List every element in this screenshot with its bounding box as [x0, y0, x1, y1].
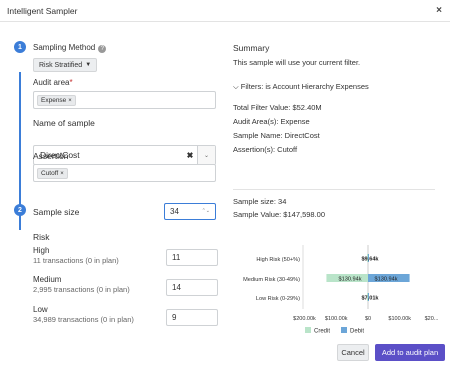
legend-swatch-credit	[305, 327, 311, 333]
filters-toggle[interactable]: ⌵ Filters: is Account Hierarchy Expenses	[233, 82, 369, 92]
remove-tag-icon[interactable]: ×	[68, 98, 72, 104]
clear-icon[interactable]: ✖	[183, 151, 197, 160]
sampling-method-select[interactable]: Risk Stratified ▼	[33, 58, 97, 72]
sampling-method-value: Risk Stratified	[39, 61, 83, 69]
data-label: $7.01k	[361, 296, 379, 302]
legend-label-debit: Debit	[350, 329, 364, 335]
sample-value-summary: Sample Value: $147,598.00	[233, 210, 326, 219]
risk-low-input[interactable]: 9	[166, 309, 218, 326]
step-1-badge: 1	[14, 41, 26, 53]
assertions-summary: Assertion(s): Cutoff	[233, 145, 298, 154]
risk-high-name: High	[33, 246, 50, 255]
sample-size-value: 34	[170, 207, 179, 216]
assertion-tag: Cutoff ×	[37, 167, 68, 179]
assertion-input[interactable]: Cutoff ×	[33, 164, 216, 182]
assertion-tag-label: Cutoff	[41, 169, 59, 177]
audit-area-input[interactable]: Expense ×	[33, 91, 216, 109]
data-label: $130.94k	[374, 277, 397, 283]
risk-medium-name: Medium	[33, 275, 62, 284]
category-label: Medium Risk (30-49%)	[243, 277, 300, 283]
risk-low-name: Low	[33, 305, 48, 314]
sample-size-input[interactable]: 34 ⌃⌄	[164, 203, 216, 220]
data-label: $9.64k	[361, 257, 379, 263]
data-label: $130.94k	[338, 277, 361, 283]
cancel-button[interactable]: Cancel	[337, 344, 369, 361]
audit-area-label: Audit area*	[33, 78, 73, 87]
total-filter-value: Total Filter Value: $52.40M	[233, 103, 322, 112]
legend-swatch-debit	[341, 327, 347, 333]
assertion-label: Assertion	[33, 151, 69, 161]
summary-divider	[233, 189, 435, 190]
step-2-badge: 2	[14, 204, 26, 216]
summary-note: This sample will use your current filter…	[233, 58, 361, 67]
x-tick-label: $100.00k	[325, 316, 348, 322]
add-to-audit-plan-button[interactable]: Add to audit plan	[375, 344, 445, 361]
audit-area-text: Audit area	[33, 78, 70, 87]
required-mark: *	[69, 78, 73, 87]
x-tick-label: $200.00k	[293, 316, 316, 322]
remove-tag-icon[interactable]: ×	[60, 171, 64, 177]
stepper-icon[interactable]: ⌃⌄	[202, 209, 210, 214]
caret-down-icon: ▼	[85, 62, 92, 68]
risk-high-value: 11	[172, 253, 181, 262]
risk-medium-input[interactable]: 14	[166, 279, 218, 296]
audit-areas-summary: Audit Area(s): Expense	[233, 117, 310, 126]
chevron-down-icon: ⌵	[233, 82, 239, 91]
x-tick-label: $20...	[425, 316, 439, 322]
sample-size-summary: Sample size: 34	[233, 197, 287, 206]
audit-area-tag: Expense ×	[37, 94, 76, 106]
dialog-title: Intelligent Sampler	[7, 5, 78, 16]
sample-name-summary: Sample Name: DirectCost	[233, 131, 320, 140]
dialog-footer: Cancel Add to audit plan	[0, 342, 450, 367]
chevron-down-icon[interactable]: ⌄	[197, 146, 215, 164]
sample-name-label: Name of sample	[33, 118, 95, 128]
filters-text: Filters: is Account Hierarchy Expenses	[240, 82, 369, 91]
intelligent-sampler-dialog: Intelligent Sampler × 1 2 Sampling Metho…	[0, 0, 450, 367]
risk-low-detail: 34,989 transactions (0 in plan)	[33, 315, 134, 324]
x-tick-label: $100.00k	[388, 316, 411, 322]
risk-chart: High Risk (50+%) Medium Risk (30-49%) Low …	[243, 245, 439, 335]
x-tick-label: $0	[365, 316, 371, 322]
summary-title: Summary	[233, 43, 270, 53]
close-icon[interactable]: ×	[436, 5, 442, 16]
summary-panel: Summary This sample will use your curren…	[225, 22, 450, 342]
dialog-header: Intelligent Sampler ×	[0, 0, 450, 22]
sampler-form: 1 2 Sampling Method? Risk Stratified ▼ A…	[0, 22, 225, 342]
sampling-method-text: Sampling Method	[33, 43, 96, 52]
risk-medium-detail: 2,995 transactions (0 in plan)	[33, 285, 130, 294]
risk-medium-value: 14	[172, 283, 181, 292]
sample-size-label: Sample size	[33, 207, 80, 217]
legend-label-credit: Credit	[314, 329, 330, 335]
category-label: Low Risk (0-29%)	[256, 296, 300, 302]
sampling-method-label: Sampling Method?	[33, 43, 107, 53]
audit-area-tag-label: Expense	[41, 96, 67, 104]
risk-high-input[interactable]: 11	[166, 249, 218, 266]
risk-high-detail: 11 transactions (0 in plan)	[33, 256, 119, 265]
risk-label: Risk	[33, 232, 50, 242]
risk-low-value: 9	[172, 313, 177, 322]
category-label: High Risk (50+%)	[256, 257, 300, 263]
help-icon[interactable]: ?	[98, 45, 107, 53]
